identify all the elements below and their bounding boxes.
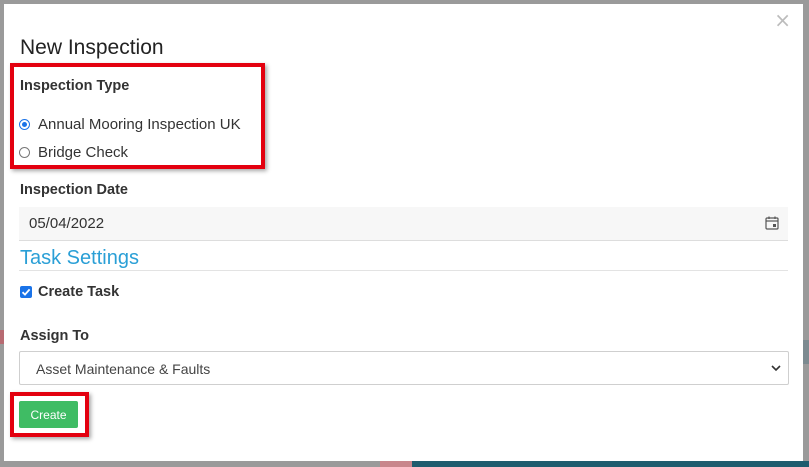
section-divider bbox=[19, 270, 788, 271]
assign-to-label: Assign To bbox=[20, 328, 90, 344]
modal-title: New Inspection bbox=[20, 36, 164, 59]
task-settings-heading: Task Settings bbox=[20, 247, 139, 269]
chevron-down-icon bbox=[771, 365, 781, 372]
annotation-highlight-create-button bbox=[10, 392, 89, 437]
assign-to-selected-value: Asset Maintenance & Faults bbox=[36, 361, 211, 377]
checkmark-icon bbox=[21, 288, 31, 296]
backdrop-page bbox=[803, 340, 809, 364]
create-task-checkbox[interactable] bbox=[20, 286, 32, 298]
create-task-label: Create Task bbox=[38, 284, 120, 300]
backdrop-page bbox=[380, 461, 412, 467]
create-task-checkbox-row[interactable]: Create Task bbox=[20, 284, 119, 300]
assign-to-select[interactable]: Asset Maintenance & Faults bbox=[19, 351, 789, 385]
calendar-icon[interactable] bbox=[765, 216, 779, 230]
annotation-highlight-inspection-type bbox=[10, 63, 265, 169]
backdrop-page bbox=[412, 461, 809, 467]
close-button[interactable]: × bbox=[774, 10, 791, 30]
inspection-date-input[interactable]: 05/04/2022 bbox=[19, 207, 788, 241]
inspection-date-label: Inspection Date bbox=[20, 182, 128, 198]
date-value: 05/04/2022 bbox=[29, 215, 105, 232]
